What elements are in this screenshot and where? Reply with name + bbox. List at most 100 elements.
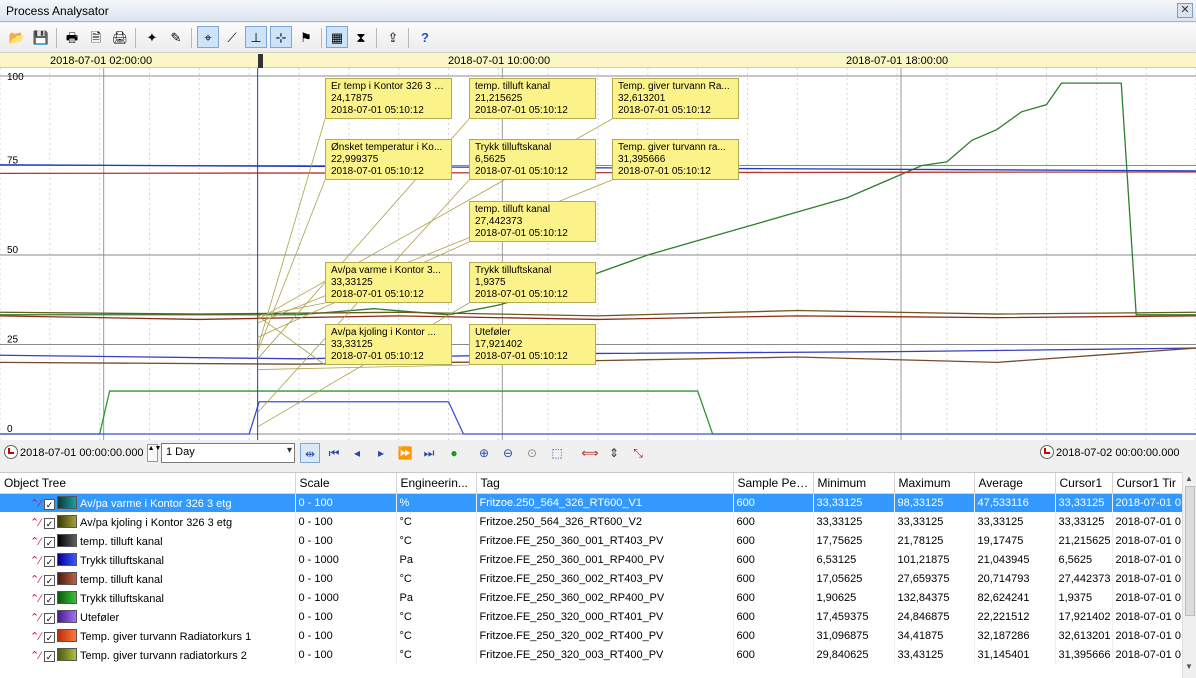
zoom-reset-icon[interactable]: ⊙ [522,443,542,463]
object-tree-cell[interactable]: ⌃⁄ ✓ Av/pa varme i Kontor 326 3 etg [0,493,296,512]
scroll-thumb[interactable] [1185,486,1195,616]
first-page-icon[interactable]: ⏮ [324,443,344,463]
table-row[interactable]: ⌃⁄ ✓ Uteføler 0 - 100 °C Fritzoe.FE_250_320_0… [0,607,1182,626]
table-row[interactable]: ⌃⁄ ✓ Av/pa varme i Kontor 326 3 etg 0 - 100… [0,493,1182,512]
series-name: Av/pa varme i Kontor 326 3 etg [80,497,232,510]
last-page-icon[interactable]: ⏭ [419,443,439,463]
zoom-out-icon[interactable]: ⊖ [498,443,518,463]
start-time-spinner[interactable]: ▲▼ [146,444,161,463]
object-tree-cell[interactable]: ⌃⁄ ✓ Av/pa kjoling i Kontor 326 3 etg [0,512,296,531]
visibility-checkbox[interactable]: ✓ [44,612,55,624]
color-swatch[interactable] [57,609,77,623]
color-swatch[interactable] [57,514,77,528]
column-header[interactable]: Cursor1 Tir [1112,473,1182,494]
end-time-field[interactable]: 2018-07-02 00:00:00.000 [1040,443,1180,463]
visibility-checkbox[interactable]: ✓ [44,555,55,567]
axes-flag-icon[interactable]: ⚑ [295,26,317,48]
color-swatch[interactable] [57,552,77,566]
scale-auto-icon[interactable]: ⤡ [628,443,648,463]
table-row[interactable]: ⌃⁄ ✓ Trykk tilluftskanal 0 - 1000 Pa Fritzoe.… [0,588,1182,607]
scale-x-icon[interactable]: ⟺ [580,443,600,463]
axes-icon[interactable]: ⊥ [245,26,267,48]
visibility-checkbox[interactable]: ✓ [44,593,55,605]
visibility-checkbox[interactable]: ✓ [44,650,55,662]
save-icon[interactable]: 💾 [30,26,52,48]
average-cell: 21,043945 [974,550,1056,569]
export-icon[interactable]: ⇪ [382,26,404,48]
visibility-checkbox[interactable]: ✓ [44,574,55,586]
trend-icon: ⌃⁄ [30,611,42,624]
trend-chart[interactable]: 100 75 50 25 0 Er temp i Kontor 326 3 etg 24,… [0,68,1196,440]
visibility-checkbox[interactable]: ✓ [44,498,55,510]
object-tree-cell[interactable]: ⌃⁄ ✓ temp. tilluft kanal [0,569,296,588]
column-header[interactable]: Average [974,473,1056,494]
axes-cursor-icon[interactable]: ⊹ [270,26,292,48]
wand-icon[interactable]: ✦ [141,26,163,48]
range-select[interactable]: 1 Day ▾ [161,443,295,463]
column-header[interactable]: Cursor1 [1055,473,1113,494]
object-tree-cell[interactable]: ⌃⁄ ✓ Trykk tilluftskanal [0,550,296,569]
clock-icon[interactable] [1040,445,1054,459]
line-cut-icon[interactable]: ⟋ [221,26,243,48]
table-row[interactable]: ⌃⁄ ✓ Trykk tilluftskanal 0 - 1000 Pa Fritzoe.… [0,550,1182,569]
column-header[interactable]: Object Tree [0,473,296,494]
object-tree-cell[interactable]: ⌃⁄ ✓ Trykk tilluftskanal [0,588,296,607]
cursor1-cell: 33,33125 [1055,512,1113,531]
live-mode-icon[interactable]: ● [444,443,464,463]
color-swatch[interactable] [57,571,77,585]
color-swatch[interactable] [57,495,77,509]
series-name: Trykk tilluftskanal [80,592,164,605]
range-chart-icon[interactable]: ⧗ [350,26,372,48]
column-header[interactable]: Tag [476,473,734,494]
step-back-icon[interactable]: ◂ [347,443,367,463]
object-tree-cell[interactable]: ⌃⁄ ✓ Temp. giver turvann Radiatorkurs 1 [0,626,296,645]
start-time-value[interactable]: 2018-07-01 00:00:00.000 [20,447,144,459]
scroll-up-icon[interactable]: ▲ [1185,474,1193,483]
fit-range-icon[interactable]: ⇹ [300,443,320,463]
cursor-handle[interactable] [258,54,263,68]
table-row[interactable]: ⌃⁄ ✓ temp. tilluft kanal 0 - 100 °C Fritzoe.F… [0,531,1182,550]
scale-y-icon[interactable]: ⇕ [604,443,624,463]
print-setup-icon[interactable]: 🖨 [109,26,131,48]
clock-icon[interactable] [4,445,18,459]
zoom-in-icon[interactable]: ⊕ [474,443,494,463]
cursor-target-icon[interactable]: ⌖ [197,26,219,48]
grid-chart-icon[interactable]: ▦ [326,26,348,48]
print-icon[interactable]: 🖶 [61,26,83,48]
chevron-down-icon[interactable]: ▾ [287,445,292,456]
close-icon[interactable]: ✕ [1177,3,1193,18]
cursor1-cell: 6,5625 [1055,550,1113,569]
object-tree-cell[interactable]: ⌃⁄ ✓ Temp. giver turvann radiatorkurs 2 [0,645,296,664]
visibility-checkbox[interactable]: ✓ [44,536,55,548]
table-row[interactable]: ⌃⁄ ✓ Av/pa kjoling i Kontor 326 3 etg 0 - 1… [0,512,1182,531]
zoom-area-icon[interactable]: ⬚ [547,443,567,463]
object-tree-cell[interactable]: ⌃⁄ ✓ Uteføler [0,607,296,626]
column-header[interactable]: Minimum [813,473,895,494]
visibility-checkbox[interactable]: ✓ [44,517,55,529]
cursor1-time-cell: 2018-07-01 0 [1112,607,1182,626]
end-time-value[interactable]: 2018-07-02 00:00:00.000 [1056,447,1180,459]
column-header[interactable]: Scale [295,473,397,494]
table-row[interactable]: ⌃⁄ ✓ Temp. giver turvann radiatorkurs 2 0 -… [0,645,1182,664]
object-tree-cell[interactable]: ⌃⁄ ✓ temp. tilluft kanal [0,531,296,550]
color-swatch[interactable] [57,647,77,661]
color-swatch[interactable] [57,628,77,642]
table-row[interactable]: ⌃⁄ ✓ temp. tilluft kanal 0 - 100 °C Fritzoe.F… [0,569,1182,588]
visibility-checkbox[interactable]: ✓ [44,631,55,643]
start-time-field[interactable]: 2018-07-01 00:00:00.000 ▲▼ [4,443,161,463]
color-swatch[interactable] [57,590,77,604]
scroll-down-icon[interactable]: ▼ [1185,662,1193,671]
column-header[interactable]: Maximum [894,473,975,494]
column-header[interactable]: Engineerin... [396,473,477,494]
fast-forward-icon[interactable]: ⏩ [395,443,415,463]
pen-icon[interactable]: ✎ [165,26,187,48]
step-forward-icon[interactable]: ▸ [371,443,391,463]
open-folder-icon[interactable]: 📂 [6,26,28,48]
table-row[interactable]: ⌃⁄ ✓ Temp. giver turvann Radiatorkurs 1 0 -… [0,626,1182,645]
color-swatch[interactable] [57,533,77,547]
help-icon[interactable]: ? [414,26,436,48]
series-name: Av/pa kjoling i Kontor 326 3 etg [80,516,233,529]
column-header[interactable]: Sample Per... [733,473,814,494]
print-preview-icon[interactable]: 🗎 [85,26,107,48]
table-scrollbar[interactable]: ▲ ▼ [1182,472,1196,678]
